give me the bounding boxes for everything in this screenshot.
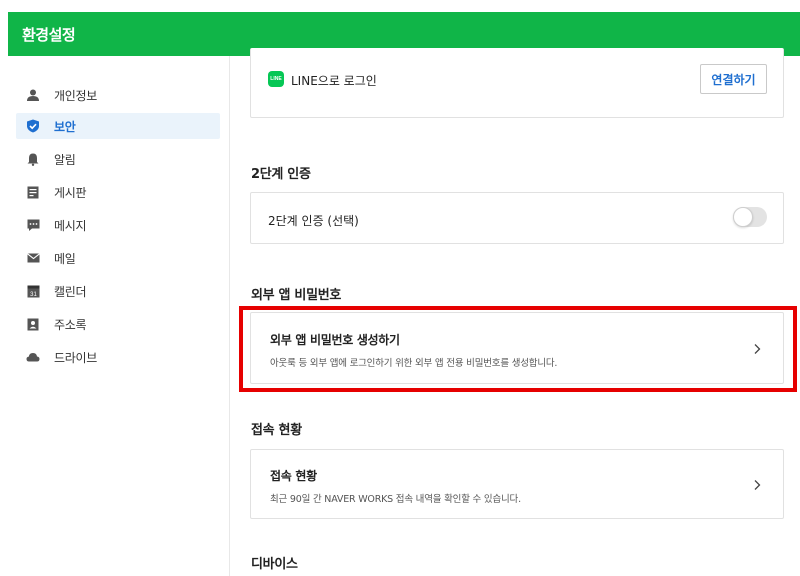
sidebar-item-label: 메시지 <box>54 218 87 233</box>
sidebar-item-label: 보안 <box>54 119 76 134</box>
sidebar-item-board[interactable]: 게시판 <box>16 179 220 205</box>
sidebar-item-address-book[interactable]: 주소록 <box>16 311 220 337</box>
person-icon <box>26 88 40 102</box>
create-app-password-title: 외부 앱 비밀번호 생성하기 <box>270 333 400 347</box>
address-book-icon <box>26 317 40 331</box>
sidebar-item-notifications[interactable]: 알림 <box>16 146 220 172</box>
page-title: 환경설정 <box>22 26 76 44</box>
sidebar-item-drive[interactable]: 드라이브 <box>16 344 220 370</box>
access-status-card[interactable]: 접속 현황 최근 90일 간 NAVER WORKS 접속 내역을 확인할 수 … <box>250 449 784 519</box>
sidebar-item-messages[interactable]: 메시지 <box>16 212 220 238</box>
two-factor-toggle[interactable] <box>733 207 767 227</box>
chevron-right-icon <box>754 480 761 490</box>
cloud-icon <box>26 350 40 364</box>
mail-icon <box>26 251 40 265</box>
sidebar-item-label: 드라이브 <box>54 350 97 365</box>
bell-icon <box>26 152 40 166</box>
sidebar-item-security[interactable]: 보안 <box>16 113 220 139</box>
line-login-card: LINE LINE으로 로그인 연결하기 <box>250 48 784 118</box>
sidebar-item-label: 개인정보 <box>54 88 97 103</box>
sidebar-item-label: 주소록 <box>54 317 87 332</box>
access-status-title: 접속 현황 <box>270 469 317 483</box>
settings-sidebar: 개인정보 보안 알림 게시판 메시지 메일 31 캘린더 주소록 드라이브 <box>8 56 230 576</box>
devices-section-title: 디바이스 <box>251 557 298 572</box>
two-factor-card: 2단계 인증 (선택) <box>250 192 784 244</box>
board-icon <box>26 185 40 199</box>
access-status-section-title: 접속 현황 <box>251 423 302 438</box>
shield-check-icon <box>26 119 40 133</box>
security-settings-content: LINE LINE으로 로그인 연결하기 2단계 인증 2단계 인증 (선택) … <box>231 48 800 576</box>
two-factor-section-title: 2단계 인증 <box>251 167 311 182</box>
sidebar-item-label: 캘린더 <box>54 284 87 299</box>
message-icon <box>26 218 40 232</box>
sidebar-item-personal-info[interactable]: 개인정보 <box>16 82 220 108</box>
sidebar-item-label: 게시판 <box>54 185 87 200</box>
create-app-password-card[interactable]: 외부 앱 비밀번호 생성하기 아웃룩 등 외부 앱에 로그인하기 위한 외부 앱… <box>250 312 784 384</box>
sidebar-item-label: 알림 <box>54 152 76 167</box>
sidebar-item-mail[interactable]: 메일 <box>16 245 220 271</box>
two-factor-label: 2단계 인증 (선택) <box>268 214 359 228</box>
create-app-password-description: 아웃룩 등 외부 앱에 로그인하기 위한 외부 앱 전용 비밀번호를 생성합니다… <box>270 358 558 369</box>
access-status-description: 최근 90일 간 NAVER WORKS 접속 내역을 확인할 수 있습니다. <box>270 494 521 505</box>
calendar-icon: 31 <box>26 284 40 298</box>
line-login-label: LINE으로 로그인 <box>291 74 377 88</box>
app-password-section-title: 외부 앱 비밀번호 <box>251 288 342 303</box>
sidebar-item-calendar[interactable]: 31 캘린더 <box>16 278 220 304</box>
chevron-right-icon <box>754 344 761 354</box>
toggle-knob <box>733 207 753 227</box>
svg-text:31: 31 <box>30 292 37 298</box>
sidebar-item-label: 메일 <box>54 251 76 266</box>
connect-button[interactable]: 연결하기 <box>700 64 767 94</box>
line-logo-icon: LINE <box>268 71 284 87</box>
